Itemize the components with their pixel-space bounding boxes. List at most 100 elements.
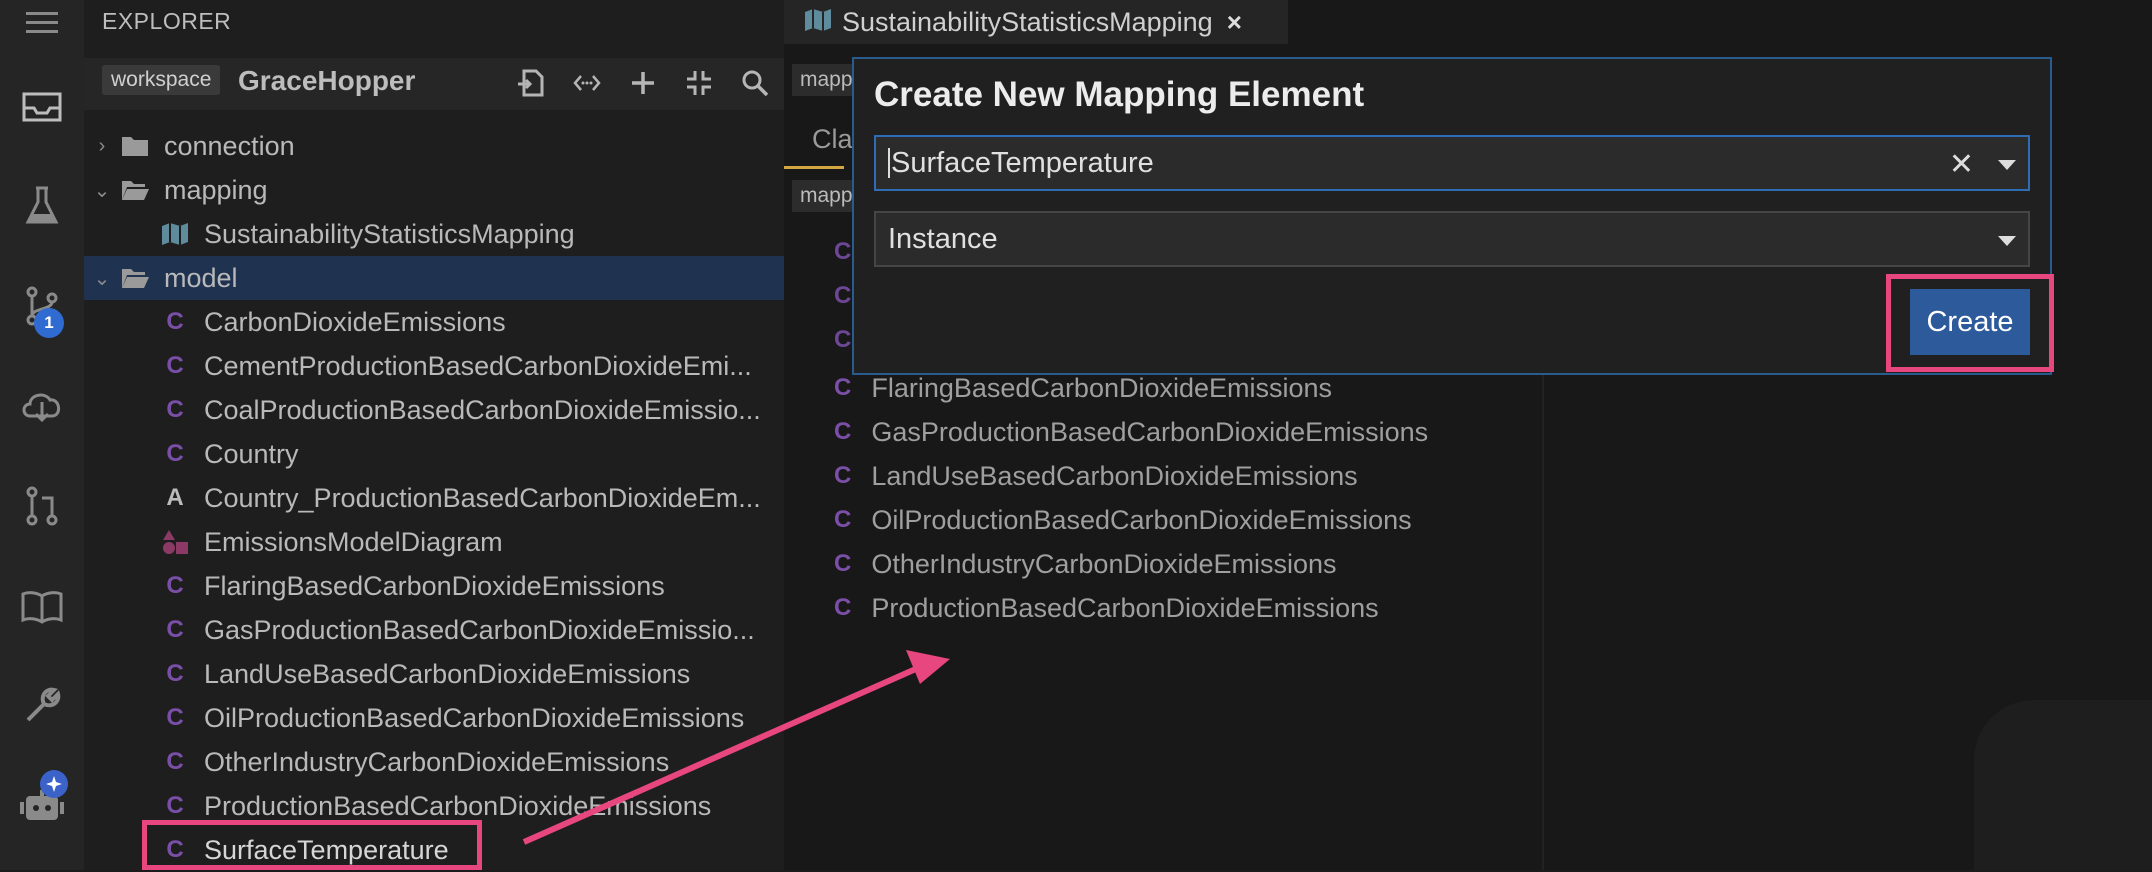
tree-item-mapping[interactable]: SustainabilityStatisticsMapping — [84, 212, 784, 256]
class-list: C FlaringBasedCarbonDioxideEmissions C Gas… — [834, 366, 1428, 630]
folder-open-icon — [120, 266, 150, 290]
tree-item-class[interactable]: C OtherIndustryCarbonDioxideEmissions — [84, 740, 784, 784]
search-icon[interactable] — [740, 68, 770, 103]
close-icon[interactable]: × — [1227, 7, 1242, 38]
book-icon[interactable] — [0, 576, 84, 636]
workspace-tag: workspace — [102, 65, 221, 95]
tab-mapping[interactable]: SustainabilityStatisticsMapping × — [784, 0, 1288, 44]
class-icon: C — [834, 326, 852, 353]
list-item[interactable]: C GasProductionBasedCarbonDioxideEmission… — [834, 410, 1428, 454]
tab-classes[interactable]: Cla — [812, 124, 853, 155]
element-name-value: SurfaceTemperature — [891, 146, 1154, 179]
wrench-icon[interactable] — [0, 676, 84, 736]
tree-label: EmissionsModelDiagram — [204, 526, 503, 557]
tree-item-class[interactable]: C CoalProductionBasedCarbonDioxideEmissi… — [84, 388, 784, 432]
tree-item-class[interactable]: C GasProductionBasedCarbonDioxideEmissio… — [84, 608, 784, 652]
chevron-down-icon[interactable]: ⌄ — [84, 178, 120, 203]
list-item[interactable]: C ProductionBasedCarbonDioxideEmissions — [834, 586, 1428, 630]
tree-label: CementProductionBasedCarbonDioxideEmi... — [204, 350, 752, 381]
explorer-title: EXPLORER — [102, 8, 232, 34]
class-icon: C — [166, 440, 184, 467]
class-icon: C — [166, 352, 184, 379]
tree-label: FlaringBasedCarbonDioxideEmissions — [204, 570, 665, 601]
class-icon: C — [166, 660, 184, 687]
dialog-title: Create New Mapping Element — [874, 75, 1365, 114]
tree-label: SustainabilityStatisticsMapping — [204, 218, 575, 249]
tree-folder-mapping[interactable]: ⌄ mapping — [84, 168, 784, 212]
explorer-panel: EXPLORER workspace GraceHopper › connect… — [84, 0, 784, 870]
list-item-label: FlaringBasedCarbonDioxideEmissions — [871, 372, 1333, 403]
element-name-select[interactable]: SurfaceTemperature ✕ — [874, 135, 2030, 191]
tree-item-diagram[interactable]: EmissionsModelDiagram — [84, 520, 784, 564]
pull-request-icon[interactable] — [0, 476, 84, 536]
highlight-box-surface-temperature — [142, 820, 482, 870]
chevron-down-icon[interactable]: ⌄ — [84, 266, 120, 291]
tree-item-association[interactable]: A Country_ProductionBasedCarbonDioxideEm… — [84, 476, 784, 520]
tree-item-class[interactable]: C LandUseBasedCarbonDioxideEmissions — [84, 652, 784, 696]
flask-icon[interactable] — [0, 176, 84, 236]
class-icon: C — [834, 550, 852, 577]
class-icon: C — [166, 308, 184, 335]
menu-icon[interactable] — [0, 0, 84, 52]
class-icon: C — [834, 594, 852, 621]
tree-label: connection — [164, 130, 295, 161]
map-icon — [804, 8, 832, 37]
class-icon: C — [834, 282, 852, 309]
list-item-label: ProductionBasedCarbonDioxideEmissions — [871, 592, 1379, 623]
class-icon: C — [834, 462, 852, 489]
chevron-down-icon[interactable] — [1998, 160, 2016, 170]
clear-icon[interactable]: ✕ — [1949, 147, 1974, 182]
list-item-label: LandUseBasedCarbonDioxideEmissions — [871, 460, 1358, 491]
breadcrumb[interactable]: mapp — [792, 180, 861, 212]
tree-item-class[interactable]: C OilProductionBasedCarbonDioxideEmissio… — [84, 696, 784, 740]
tree-label: OilProductionBasedCarbonDioxideEmissions — [204, 702, 745, 733]
chevron-down-icon[interactable] — [1998, 236, 2016, 246]
new-file-icon[interactable] — [516, 68, 546, 103]
cloud-icon[interactable] — [0, 376, 84, 436]
active-tab-indicator — [784, 166, 844, 169]
element-type-select[interactable]: Instance — [874, 211, 2030, 267]
workspace-header: workspace GraceHopper — [84, 58, 784, 110]
list-item-label: OtherIndustryCarbonDioxideEmissions — [871, 548, 1337, 579]
class-icon: C — [166, 572, 184, 599]
class-icon: C — [166, 792, 184, 819]
tree-item-class[interactable]: C FlaringBasedCarbonDioxideEmissions — [84, 564, 784, 608]
tree-item-class[interactable]: C Country — [84, 432, 784, 476]
diagram-icon — [160, 528, 190, 556]
tree-label: Country — [204, 438, 299, 469]
inbox-icon[interactable] — [0, 76, 84, 136]
tree-item-class[interactable]: C CementProductionBasedCarbonDioxideEmi.… — [84, 344, 784, 388]
tree-label: LandUseBasedCarbonDioxideEmissions — [204, 658, 691, 689]
class-icon: C — [834, 418, 852, 445]
folder-open-icon — [120, 178, 150, 202]
class-icon: C — [166, 704, 184, 731]
tree-label: GasProductionBasedCarbonDioxideEmissio..… — [204, 614, 755, 645]
tree-label: mapping — [164, 174, 268, 205]
source-control-badge: 1 — [34, 308, 64, 338]
tree-label: Country_ProductionBasedCarbonDioxideEm..… — [204, 482, 761, 513]
class-icon: C — [166, 748, 184, 775]
collapse-icon[interactable] — [684, 68, 714, 103]
folder-icon — [120, 134, 150, 158]
tab-label: SustainabilityStatisticsMapping — [842, 6, 1213, 37]
tree-item-class[interactable]: C CarbonDioxideEmissions — [84, 300, 784, 344]
background-watermark — [1974, 700, 2152, 870]
list-item[interactable]: C OilProductionBasedCarbonDioxideEmission… — [834, 498, 1428, 542]
class-icon: C — [166, 396, 184, 423]
list-item[interactable]: C LandUseBasedCarbonDioxideEmissions — [834, 454, 1428, 498]
workspace-name: GraceHopper — [238, 65, 416, 96]
breadcrumb[interactable]: mapp — [792, 64, 861, 96]
plus-icon[interactable] — [628, 68, 658, 103]
code-icon[interactable] — [572, 68, 602, 103]
tree-folder-connection[interactable]: › connection — [84, 124, 784, 168]
element-type-value: Instance — [888, 222, 998, 255]
highlight-box-create — [1886, 274, 2054, 372]
tree-label: model — [164, 262, 238, 293]
map-icon — [160, 222, 190, 246]
tree-folder-model[interactable]: ⌄ model — [84, 256, 784, 300]
class-icon: C — [166, 616, 184, 643]
list-item[interactable]: C OtherIndustryCarbonDioxideEmissions — [834, 542, 1428, 586]
list-item-label: OilProductionBasedCarbonDioxideEmissions — [871, 504, 1412, 535]
chevron-right-icon[interactable]: › — [84, 135, 120, 158]
association-icon: A — [166, 484, 184, 511]
